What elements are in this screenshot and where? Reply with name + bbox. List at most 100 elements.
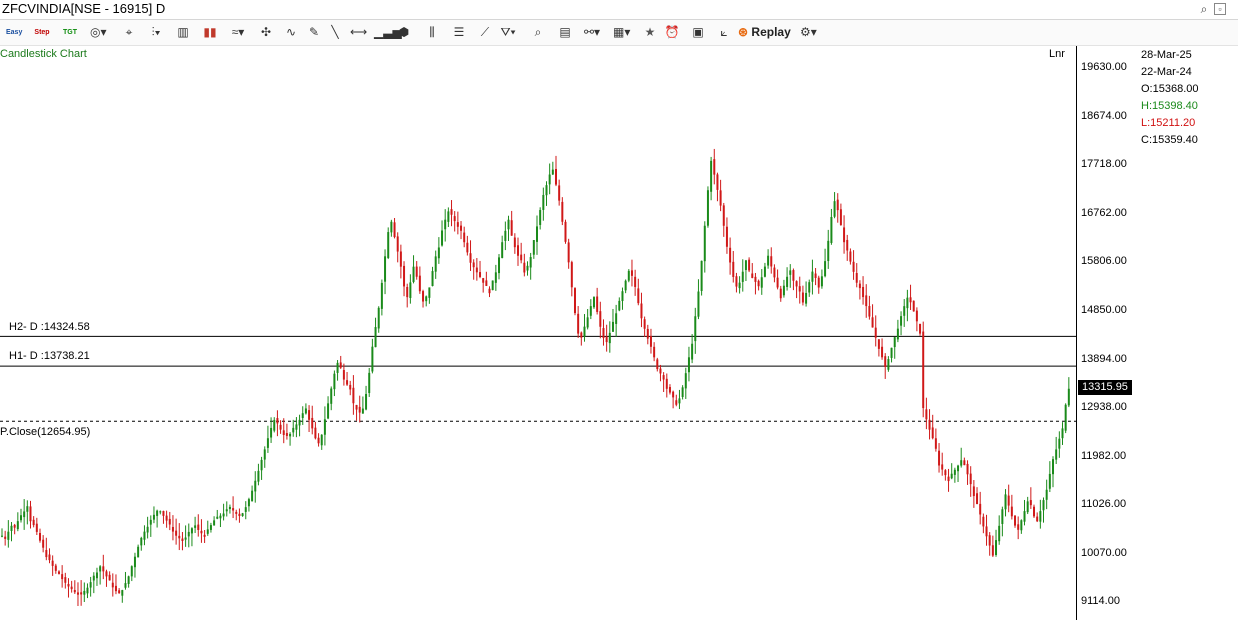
candle-body — [713, 159, 716, 175]
candle-body — [251, 490, 254, 502]
candle-body — [4, 536, 7, 539]
fib-icon[interactable]: ⫼ — [424, 23, 440, 42]
candle-body — [238, 513, 241, 517]
replay-button[interactable]: ⊛ Replay — [738, 23, 791, 42]
fill-icon[interactable]: ⛛▾ — [500, 23, 516, 42]
candle-body — [703, 225, 706, 262]
price-tick: 15806.00 — [1081, 255, 1127, 267]
candle-body — [944, 470, 947, 476]
candle-body — [143, 531, 146, 540]
star-icon[interactable]: ★ — [642, 23, 658, 42]
candle-body — [187, 531, 190, 537]
candle-body — [80, 592, 83, 595]
candle-body — [1004, 494, 1007, 510]
crosshair-icon[interactable]: ◎▾ — [90, 23, 107, 42]
candle-body — [947, 476, 950, 482]
candle-body — [228, 506, 231, 510]
candle-body — [7, 531, 10, 540]
candle-body — [235, 511, 238, 514]
candle-body — [684, 373, 687, 389]
alarm-icon[interactable]: ⏰ — [664, 23, 680, 42]
candle-body — [798, 286, 801, 292]
step-button[interactable]: Step — [34, 23, 50, 42]
candle-body — [786, 276, 789, 287]
candle-body — [86, 587, 89, 594]
candle-body — [76, 592, 79, 595]
candle-body — [146, 526, 149, 533]
candle-body — [763, 266, 766, 277]
candle-body — [881, 346, 884, 358]
candle-body — [776, 277, 779, 288]
candle-body — [42, 539, 45, 548]
pin-icon[interactable]: ⌕ — [1196, 1, 1212, 17]
toolbar: Easy Step TGT ◎▾ ⌖ ⫶▾ ▥ ▮▮ ≈▾ ✣ ∿ ✎ ╲ ⟷ … — [0, 20, 1238, 46]
candle-body — [517, 245, 520, 256]
cube-icon[interactable]: ⬢ — [396, 23, 412, 42]
candle-body — [441, 230, 444, 246]
candle-body — [567, 242, 570, 263]
candle-body — [219, 515, 222, 519]
settings-icon[interactable]: ⚙▾ — [800, 23, 817, 42]
candle-body — [311, 417, 314, 429]
candle-body — [545, 185, 548, 196]
candle-body — [488, 288, 491, 294]
candle-body — [371, 346, 374, 372]
candle-body — [573, 288, 576, 314]
candle-icon[interactable]: ▮▮ — [202, 23, 218, 42]
layout-icon[interactable]: ▦▾ — [613, 23, 630, 42]
candle-body — [827, 240, 830, 261]
candle-body — [292, 427, 295, 433]
zoom-icon[interactable]: ⌕ — [530, 23, 546, 42]
chart-type-icon[interactable]: ⫶▾ — [148, 23, 164, 42]
indicator-icon[interactable]: ≈▾ — [230, 23, 246, 42]
scale-mode-label[interactable]: Lnr — [1049, 48, 1065, 60]
candle-body — [333, 373, 336, 390]
candle-body — [263, 449, 266, 460]
candle-body — [893, 337, 896, 348]
candle-body — [887, 359, 890, 370]
candle-body — [460, 225, 463, 231]
wave-icon[interactable]: ∿ — [283, 23, 299, 42]
pointer-icon[interactable]: ⌖ — [121, 23, 137, 42]
candle-body — [437, 247, 440, 259]
easy-button[interactable]: Easy — [6, 23, 22, 42]
link-icon[interactable]: ⚯▾ — [584, 23, 600, 42]
price-chart[interactable] — [0, 46, 1076, 620]
price-tick: 10070.00 — [1081, 547, 1127, 559]
restore-icon[interactable]: ▫ — [1214, 3, 1226, 15]
candle-body — [1039, 511, 1042, 522]
price-tick: 18674.00 — [1081, 110, 1127, 122]
pencil-icon[interactable]: ✎ — [306, 23, 322, 42]
candle-body — [561, 201, 564, 222]
candle-body — [611, 321, 614, 332]
candle-body — [1064, 404, 1067, 431]
trend-icon[interactable]: ⟀ — [716, 23, 732, 42]
candle-body — [846, 239, 849, 251]
line-icon[interactable]: ╲ — [327, 23, 343, 42]
tgt-button[interactable]: TGT — [62, 23, 78, 42]
candle-body — [121, 590, 124, 596]
candle-body — [1020, 520, 1023, 531]
candle-body — [586, 317, 589, 328]
candle-body — [668, 387, 671, 393]
bar-chart-icon[interactable]: ▥ — [175, 23, 191, 42]
candle-body — [472, 262, 475, 268]
info-date-1: 28-Mar-25 — [1141, 49, 1192, 61]
candle-body — [773, 267, 776, 278]
ruler-icon[interactable]: ⟋ — [477, 23, 493, 42]
parallel-icon[interactable]: ☰ — [451, 23, 467, 42]
candle-body — [634, 276, 637, 287]
page-icon[interactable]: ▤ — [557, 23, 573, 42]
candle-body — [266, 438, 269, 448]
candle-body — [599, 311, 602, 327]
candle-body — [890, 347, 893, 358]
hline-icon[interactable]: ⟷ — [350, 23, 367, 42]
candle-body — [282, 430, 285, 436]
candle-body — [10, 525, 13, 531]
save-icon[interactable]: ▣ — [690, 23, 706, 42]
candle-body — [770, 256, 773, 267]
candle-body — [475, 267, 478, 273]
candle-body — [982, 516, 985, 527]
cursor-icon[interactable]: ✣ — [258, 23, 274, 42]
candle-body — [225, 509, 228, 512]
